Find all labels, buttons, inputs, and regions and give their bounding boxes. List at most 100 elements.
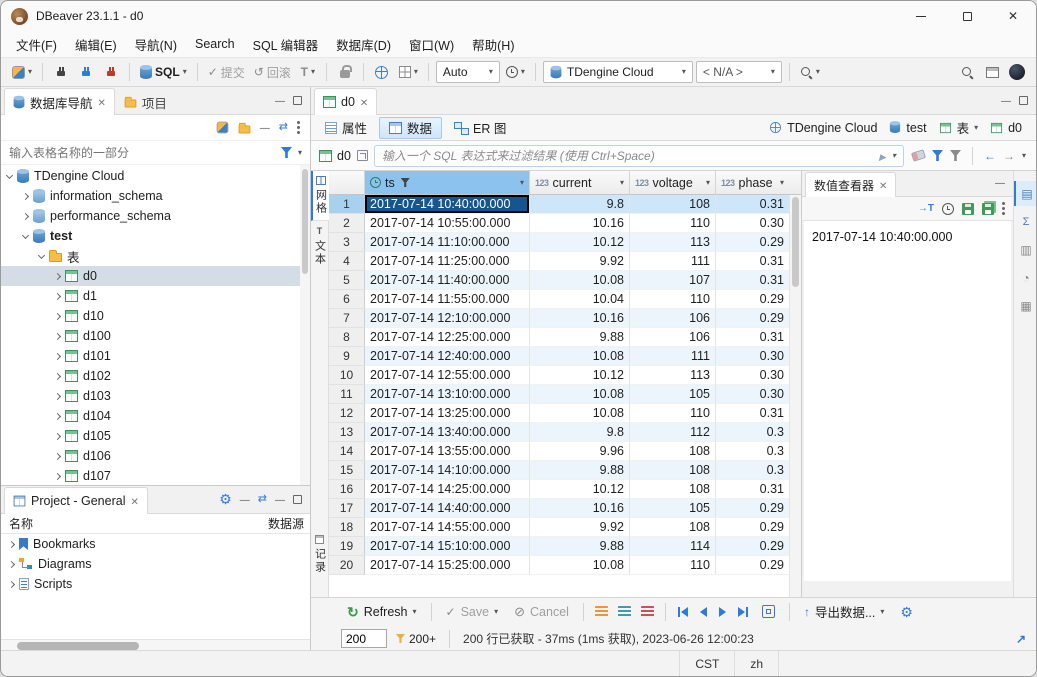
tree-scrollbar[interactable] [300, 165, 310, 485]
cell-ts[interactable]: 2017-07-14 11:40:00.000 [365, 271, 530, 290]
collapse-arrow-icon[interactable] [38, 251, 45, 258]
link-with-editor-icon[interactable]: ⇄ [258, 494, 267, 505]
history-forward-icon[interactable] [1003, 150, 1015, 162]
cell-current[interactable]: 9.88 [530, 328, 630, 347]
cell-ts[interactable]: 2017-07-14 11:10:00.000 [365, 233, 530, 252]
row-number[interactable]: 13 [329, 423, 365, 442]
history-back-icon[interactable] [984, 150, 996, 162]
column-datasource-header[interactable]: 数据源 [268, 515, 310, 532]
disconnect-button[interactable] [100, 60, 122, 84]
close-button[interactable] [990, 1, 1036, 31]
minimize-panel-icon[interactable] [1001, 94, 1011, 107]
tree-item[interactable]: d100 [1, 326, 310, 346]
expand-arrow-icon[interactable] [54, 312, 61, 319]
collapse-arrow-icon[interactable] [6, 171, 13, 178]
presentation-grid-tab[interactable]: 网格 [311, 171, 329, 221]
filter-funnel-icon[interactable] [932, 150, 943, 161]
cell-ts[interactable]: 2017-07-14 15:25:00.000 [365, 556, 530, 575]
row-number[interactable]: 1 [329, 195, 365, 214]
cell-voltage[interactable]: 110 [630, 290, 716, 309]
cell-voltage[interactable]: 112 [630, 423, 716, 442]
edit-connection-button[interactable] [75, 60, 97, 84]
sql-filter-input[interactable]: 输入一个 SQL 表达式来过滤结果 (使用 Ctrl+Space) ▾ [374, 145, 904, 167]
column-dropdown-icon[interactable]: ▾ [706, 179, 710, 187]
row-number[interactable]: 7 [329, 309, 365, 328]
project-item[interactable]: Bookmarks [1, 534, 310, 554]
cell-current[interactable]: 10.08 [530, 271, 630, 290]
minimize-button[interactable] [898, 1, 944, 31]
menu-item[interactable]: 窗口(W) [400, 31, 463, 58]
menu-item[interactable]: 数据库(D) [327, 31, 400, 58]
cell-phase[interactable]: 0.29 [716, 499, 789, 518]
menu-item[interactable]: 导航(N) [126, 31, 186, 58]
close-tab-icon[interactable] [130, 495, 138, 508]
row-number[interactable]: 5 [329, 271, 365, 290]
cell-phase[interactable]: 0.29 [716, 518, 789, 537]
cell-current[interactable]: 9.92 [530, 518, 630, 537]
expand-arrow-icon[interactable] [54, 332, 61, 339]
tree-item[interactable]: d106 [1, 446, 310, 466]
tree-item[interactable]: d10 [1, 306, 310, 326]
edit-filter-icon[interactable] [950, 150, 961, 161]
cell-phase[interactable]: 0.3 [716, 442, 789, 461]
maximize-panel-icon[interactable] [293, 495, 302, 504]
cell-voltage[interactable]: 108 [630, 480, 716, 499]
minimize-panel-icon[interactable] [275, 493, 285, 506]
cell-ts[interactable]: 2017-07-14 11:25:00.000 [365, 252, 530, 271]
expand-arrow-icon[interactable] [54, 372, 61, 379]
cell-voltage[interactable]: 108 [630, 461, 716, 480]
menu-item[interactable]: 文件(F) [7, 31, 66, 58]
tab-value-viewer[interactable]: 数值查看器 [805, 172, 896, 197]
datetime-format-icon[interactable] [942, 203, 954, 215]
cell-phase[interactable]: 0.3 [716, 461, 789, 480]
cell-phase[interactable]: 0.31 [716, 404, 789, 423]
cell-ts[interactable]: 2017-07-14 12:25:00.000 [365, 328, 530, 347]
tree-item[interactable]: information_schema [1, 186, 310, 206]
fetch-more-button[interactable]: 200+ [396, 632, 436, 646]
cell-ts[interactable]: 2017-07-14 14:55:00.000 [365, 518, 530, 537]
cell-current[interactable]: 10.12 [530, 366, 630, 385]
cell-voltage[interactable]: 108 [630, 518, 716, 537]
cell-current[interactable]: 10.16 [530, 214, 630, 233]
cell-phase[interactable]: 0.3 [716, 423, 789, 442]
new-folder-icon[interactable] [238, 125, 250, 133]
cell-ts[interactable]: 2017-07-14 13:40:00.000 [365, 423, 530, 442]
cell-current[interactable]: 10.16 [530, 499, 630, 518]
column-dropdown-icon[interactable]: ▾ [520, 179, 524, 187]
column-header-current[interactable]: 123 current ▾ [530, 171, 630, 195]
perspective-button[interactable] [981, 60, 1003, 84]
menu-item[interactable]: 编辑(E) [66, 31, 126, 58]
cell-voltage[interactable]: 106 [630, 328, 716, 347]
maximize-panel-icon[interactable] [1019, 96, 1028, 105]
column-dropdown-icon[interactable]: ▾ [620, 179, 624, 187]
cell-voltage[interactable]: 108 [630, 442, 716, 461]
quick-search-button[interactable] [956, 60, 978, 84]
compare-button[interactable]: ▾ [396, 60, 421, 84]
grid-scrollbar[interactable] [789, 195, 801, 597]
value-viewer-content[interactable]: 2017-07-14 10:40:00.000 [804, 221, 1011, 581]
expand-arrow-icon[interactable] [54, 392, 61, 399]
panel-menu-icon[interactable] [297, 126, 300, 129]
search-data-button[interactable]: ▾ [797, 60, 823, 84]
dropdown-arrow-icon[interactable]: ▾ [892, 152, 896, 160]
maximize-results-icon[interactable] [1016, 633, 1026, 645]
menu-item[interactable]: Search [186, 33, 244, 55]
cell-voltage[interactable]: 110 [630, 214, 716, 233]
save-all-values-icon[interactable] [982, 203, 994, 215]
gear-icon[interactable] [219, 492, 232, 506]
cell-ts[interactable]: 2017-07-14 13:55:00.000 [365, 442, 530, 461]
breadcrumb-tables[interactable]: 表 ▾ [939, 118, 979, 137]
cell-phase[interactable]: 0.31 [716, 195, 789, 214]
cell-phase[interactable]: 0.29 [716, 537, 789, 556]
database-combo[interactable]: < N/A > ▾ [696, 61, 782, 83]
scrollbar-thumb[interactable] [17, 642, 139, 650]
row-number[interactable]: 3 [329, 233, 365, 252]
value-viewer-toggle-icon[interactable] [1014, 181, 1037, 206]
grouping-panel-toggle-icon[interactable] [1014, 293, 1037, 318]
new-connection-icon[interactable] [216, 122, 228, 134]
tree-item[interactable]: d101 [1, 346, 310, 366]
save-value-icon[interactable] [962, 203, 974, 215]
column-header-ts[interactable]: ts ▾ [365, 171, 530, 195]
add-row-icon[interactable] [595, 606, 608, 617]
cell-voltage[interactable]: 114 [630, 537, 716, 556]
